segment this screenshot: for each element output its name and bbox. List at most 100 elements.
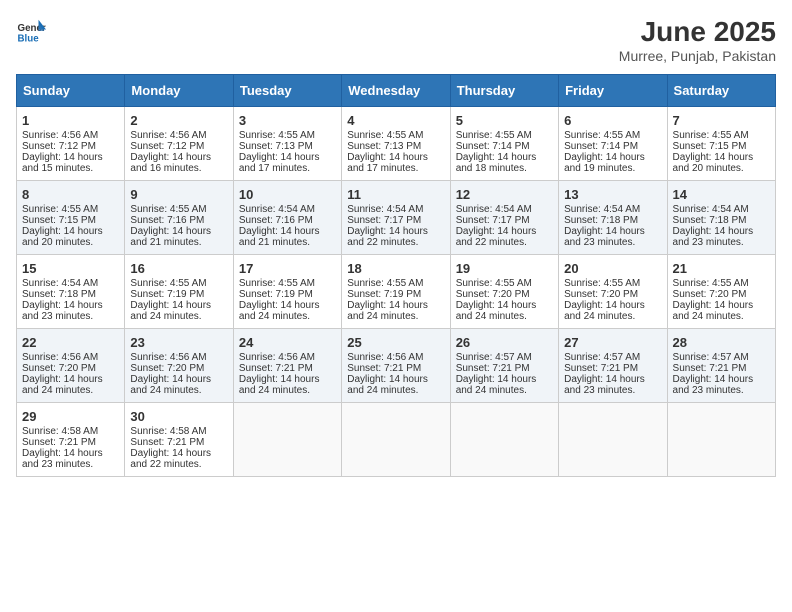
day-info-line: Sunrise: 4:55 AM (347, 130, 444, 141)
day-info-line: and 24 minutes. (347, 385, 444, 396)
day-info-line: Sunset: 7:16 PM (239, 215, 336, 226)
day-info-line: Daylight: 14 hours (130, 448, 227, 459)
day-info-line: Daylight: 14 hours (239, 374, 336, 385)
day-number: 24 (239, 335, 336, 350)
calendar-cell: 21Sunrise: 4:55 AMSunset: 7:20 PMDayligh… (667, 255, 775, 329)
day-info-line: Daylight: 14 hours (347, 226, 444, 237)
day-number: 8 (22, 187, 119, 202)
day-info-line: Sunrise: 4:55 AM (239, 130, 336, 141)
day-number: 19 (456, 261, 553, 276)
day-number: 12 (456, 187, 553, 202)
day-info-line: Sunset: 7:18 PM (673, 215, 770, 226)
day-info-line: Sunset: 7:15 PM (22, 215, 119, 226)
day-info-line: Sunset: 7:21 PM (673, 363, 770, 374)
day-info-line: Daylight: 14 hours (130, 374, 227, 385)
day-info-line: Daylight: 14 hours (22, 152, 119, 163)
calendar-cell: 29Sunrise: 4:58 AMSunset: 7:21 PMDayligh… (17, 403, 125, 477)
title-area: June 2025 Murree, Punjab, Pakistan (619, 16, 776, 64)
day-info-line: Sunset: 7:14 PM (456, 141, 553, 152)
day-number: 6 (564, 113, 661, 128)
day-number: 1 (22, 113, 119, 128)
calendar-cell: 26Sunrise: 4:57 AMSunset: 7:21 PMDayligh… (450, 329, 558, 403)
day-info-line: Daylight: 14 hours (130, 226, 227, 237)
day-number: 5 (456, 113, 553, 128)
day-info-line: Daylight: 14 hours (564, 300, 661, 311)
calendar-cell: 11Sunrise: 4:54 AMSunset: 7:17 PMDayligh… (342, 181, 450, 255)
day-info-line: Daylight: 14 hours (673, 300, 770, 311)
calendar-cell: 9 Sunrise: 4:55 AMSunset: 7:16 PMDaylight… (125, 181, 233, 255)
day-info-line: and 24 minutes. (239, 385, 336, 396)
day-info-line: Daylight: 14 hours (564, 374, 661, 385)
day-number: 25 (347, 335, 444, 350)
weekday-header-monday: Monday (125, 75, 233, 107)
day-info-line: Daylight: 14 hours (673, 374, 770, 385)
day-info-line: Sunset: 7:12 PM (130, 141, 227, 152)
day-info-line: Sunrise: 4:56 AM (130, 352, 227, 363)
calendar-cell: 3Sunrise: 4:55 AMSunset: 7:13 PMDaylight… (233, 107, 341, 181)
calendar-cell (233, 403, 341, 477)
day-info-line: Daylight: 14 hours (564, 152, 661, 163)
day-info-line: and 17 minutes. (239, 163, 336, 174)
day-info-line: Sunset: 7:21 PM (564, 363, 661, 374)
weekday-header-row: SundayMondayTuesdayWednesdayThursdayFrid… (17, 75, 776, 107)
day-info-line: Daylight: 14 hours (239, 152, 336, 163)
calendar-cell: 14Sunrise: 4:54 AMSunset: 7:18 PMDayligh… (667, 181, 775, 255)
day-info-line: Sunrise: 4:55 AM (130, 204, 227, 215)
day-number: 4 (347, 113, 444, 128)
day-number: 27 (564, 335, 661, 350)
svg-text:Blue: Blue (18, 34, 40, 45)
day-info-line: and 17 minutes. (347, 163, 444, 174)
day-info-line: Sunrise: 4:55 AM (564, 278, 661, 289)
calendar-cell: 10Sunrise: 4:54 AMSunset: 7:16 PMDayligh… (233, 181, 341, 255)
day-info-line: Sunset: 7:14 PM (564, 141, 661, 152)
day-number: 9 (130, 187, 227, 202)
calendar-week-row: 29Sunrise: 4:58 AMSunset: 7:21 PMDayligh… (17, 403, 776, 477)
calendar-cell: 15Sunrise: 4:54 AMSunset: 7:18 PMDayligh… (17, 255, 125, 329)
day-info-line: Sunrise: 4:54 AM (456, 204, 553, 215)
calendar-table: SundayMondayTuesdayWednesdayThursdayFrid… (16, 74, 776, 477)
calendar-title: June 2025 (619, 16, 776, 48)
calendar-cell: 2Sunrise: 4:56 AMSunset: 7:12 PMDaylight… (125, 107, 233, 181)
day-info-line: Sunset: 7:18 PM (22, 289, 119, 300)
calendar-cell: 25Sunrise: 4:56 AMSunset: 7:21 PMDayligh… (342, 329, 450, 403)
day-info-line: Sunset: 7:20 PM (673, 289, 770, 300)
day-info-line: Sunrise: 4:57 AM (673, 352, 770, 363)
day-info-line: Sunset: 7:20 PM (130, 363, 227, 374)
day-info-line: and 21 minutes. (239, 237, 336, 248)
day-number: 30 (130, 409, 227, 424)
day-info-line: Sunset: 7:21 PM (347, 363, 444, 374)
day-info-line: Sunset: 7:19 PM (239, 289, 336, 300)
day-info-line: Daylight: 14 hours (22, 448, 119, 459)
day-info-line: and 23 minutes. (564, 385, 661, 396)
day-info-line: and 24 minutes. (673, 311, 770, 322)
calendar-cell (450, 403, 558, 477)
day-info-line: Sunrise: 4:54 AM (347, 204, 444, 215)
day-info-line: Sunset: 7:16 PM (130, 215, 227, 226)
day-number: 16 (130, 261, 227, 276)
day-info-line: Daylight: 14 hours (22, 300, 119, 311)
day-info-line: and 23 minutes. (673, 237, 770, 248)
day-info-line: Daylight: 14 hours (564, 226, 661, 237)
calendar-cell: 28Sunrise: 4:57 AMSunset: 7:21 PMDayligh… (667, 329, 775, 403)
day-info-line: and 19 minutes. (564, 163, 661, 174)
day-info-line: Sunset: 7:15 PM (673, 141, 770, 152)
day-number: 3 (239, 113, 336, 128)
day-info-line: Sunset: 7:20 PM (564, 289, 661, 300)
day-info-line: and 22 minutes. (130, 459, 227, 470)
day-info-line: Sunset: 7:19 PM (347, 289, 444, 300)
calendar-cell: 20Sunrise: 4:55 AMSunset: 7:20 PMDayligh… (559, 255, 667, 329)
header: General Blue June 2025 Murree, Punjab, P… (16, 16, 776, 64)
day-info-line: and 22 minutes. (456, 237, 553, 248)
day-info-line: and 23 minutes. (564, 237, 661, 248)
calendar-cell: 17Sunrise: 4:55 AMSunset: 7:19 PMDayligh… (233, 255, 341, 329)
day-info-line: and 24 minutes. (22, 385, 119, 396)
day-number: 22 (22, 335, 119, 350)
day-info-line: and 18 minutes. (456, 163, 553, 174)
weekday-header-tuesday: Tuesday (233, 75, 341, 107)
day-number: 15 (22, 261, 119, 276)
day-info-line: and 20 minutes. (673, 163, 770, 174)
logo: General Blue (16, 16, 46, 46)
day-info-line: and 23 minutes. (22, 459, 119, 470)
logo-icon: General Blue (16, 16, 46, 46)
day-info-line: and 24 minutes. (130, 385, 227, 396)
